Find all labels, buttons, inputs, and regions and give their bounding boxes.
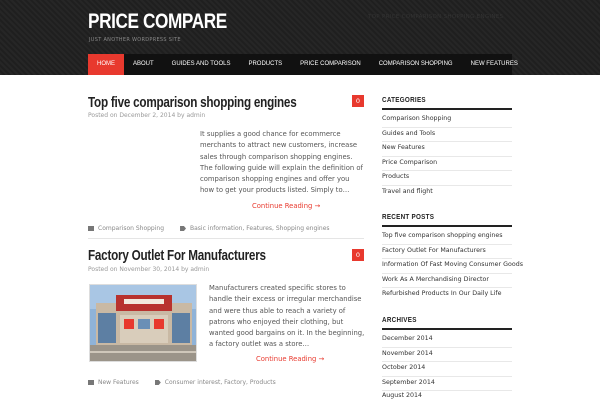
nav-item-products[interactable]: PRODUCTS (239, 54, 291, 75)
category-link[interactable]: Comparison Shopping (382, 113, 512, 128)
nav-item-new-features[interactable]: NEW FEATURES (462, 54, 527, 75)
site-header: PRICE COMPARE JUST ANOTHER WORDPRESS SIT… (0, 0, 600, 75)
post-meta: Posted on December 2, 2014 by admin (88, 112, 206, 119)
archive-link[interactable]: September 2014 (382, 377, 512, 391)
post-excerpt: It supplies a good chance for ecommerce … (200, 130, 363, 195)
category-link[interactable]: New Features (382, 142, 512, 157)
recent-post-link[interactable]: Top five comparison shopping engines (382, 230, 512, 245)
post-category-link[interactable]: New Features (98, 379, 139, 386)
widget-title-categories: CATEGORIES (382, 97, 426, 104)
nav-item-comparison-shopping[interactable]: COMPARISON SHOPPING (370, 54, 462, 75)
continue-reading-link[interactable]: Continue Reading → (256, 355, 324, 363)
tag-icon (180, 226, 187, 231)
post-excerpt: Manufacturers created specific stores to… (209, 284, 365, 349)
post-footer: Comparison Shopping Basic information, F… (88, 225, 330, 232)
widget-title-underline (382, 225, 512, 227)
main-nav: HOME ABOUT GUIDES AND TOOLS PRODUCTS PRI… (88, 54, 518, 75)
folder-icon (88, 380, 94, 385)
recent-post-link[interactable]: Refurbished Products In Our Daily Life (382, 288, 512, 303)
recent-post-link[interactable]: Factory Outlet For Manufacturers (382, 245, 512, 259)
nav-item-price-comparison[interactable]: PRICE COMPARISON (291, 54, 370, 75)
category-link[interactable]: Travel and flight (382, 186, 512, 201)
recent-post-link[interactable]: Work As A Merchandising Director (382, 274, 512, 288)
archive-link[interactable]: November 2014 (382, 348, 512, 362)
widget-title-underline (382, 328, 512, 330)
widget-title-archives: ARCHIVES (382, 317, 417, 324)
post-title[interactable]: Top five comparison shopping engines (88, 94, 297, 111)
post-thumbnail-image[interactable] (89, 284, 197, 362)
post-tags-links[interactable]: Basic information, Features, Shopping en… (190, 225, 330, 232)
post-meta: Posted on November 30, 2014 by admin (88, 266, 210, 273)
category-link[interactable]: Guides and Tools (382, 128, 512, 142)
tag-icon (154, 380, 161, 385)
site-tagline: JUST ANOTHER WORDPRESS SITE (89, 37, 181, 43)
widget-title-underline (382, 108, 512, 110)
archive-link[interactable]: October 2014 (382, 362, 512, 377)
post-divider (88, 238, 364, 239)
archive-link[interactable]: December 2014 (382, 333, 512, 348)
recent-post-link[interactable]: Information Of Fast Moving Consumer Good… (382, 259, 523, 274)
folder-icon (88, 226, 94, 231)
category-link[interactable]: Price Comparison (382, 157, 512, 171)
post-category-link[interactable]: Comparison Shopping (98, 225, 164, 232)
post-footer: New Features Consumer interest, Factory,… (88, 379, 276, 386)
nav-item-about[interactable]: ABOUT (124, 54, 163, 75)
nav-item-guides-and-tools[interactable]: GUIDES AND TOOLS (163, 54, 240, 75)
site-title[interactable]: PRICE COMPARE (88, 10, 227, 34)
header-banner-text: TOP PRICE COMPARISON SHOPPING ENGINES (368, 14, 504, 20)
factory-outlet-image (90, 285, 196, 361)
continue-reading-link[interactable]: Continue Reading → (252, 202, 320, 210)
category-link[interactable]: Products (382, 171, 512, 186)
widget-title-recent-posts: RECENT POSTS (382, 214, 435, 221)
comment-count-badge[interactable]: 0 (352, 95, 364, 107)
post-title[interactable]: Factory Outlet For Manufacturers (88, 247, 266, 264)
archive-link[interactable]: August 2014 (382, 390, 512, 400)
nav-item-home[interactable]: HOME (88, 54, 124, 75)
comment-count-badge[interactable]: 0 (352, 249, 364, 261)
post-tags-links[interactable]: Consumer interest, Factory, Products (165, 379, 276, 386)
